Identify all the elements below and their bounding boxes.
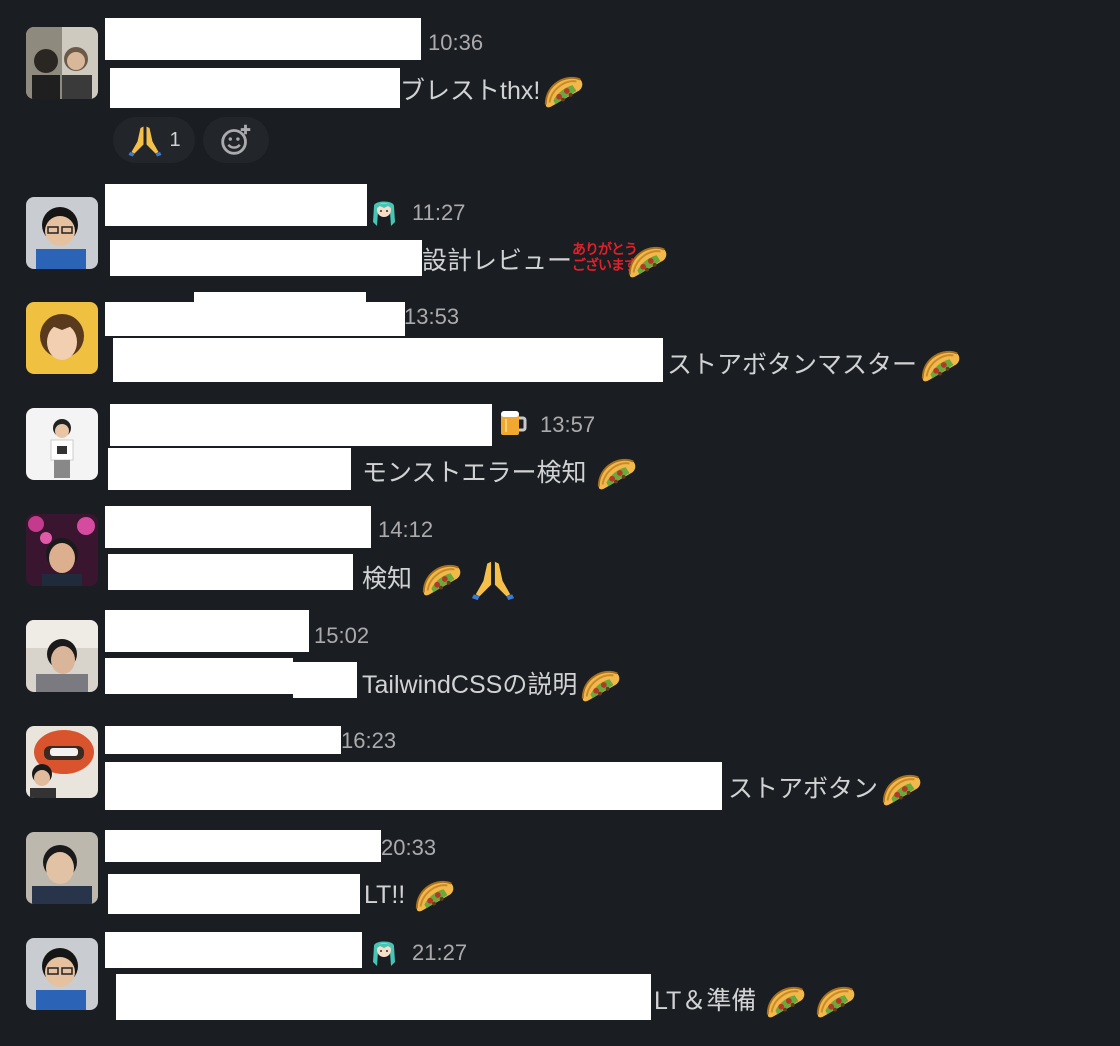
taco-icon (762, 978, 808, 1024)
redacted-text (108, 874, 360, 914)
taco-icon (593, 450, 639, 496)
redacted-username[interactable] (105, 726, 341, 754)
message-text: LT!! (364, 872, 457, 918)
avatar[interactable] (26, 938, 98, 1010)
message-body: TailwindCSSの説明 (362, 671, 578, 699)
avatar[interactable] (26, 27, 98, 99)
timestamp[interactable]: 20:33 (381, 835, 436, 861)
timestamp[interactable]: 13:53 (404, 304, 459, 330)
redacted-username[interactable] (105, 506, 371, 548)
folded-hands-icon (127, 122, 163, 158)
timestamp[interactable]: 11:27 (412, 200, 465, 226)
avatar[interactable] (26, 408, 98, 480)
redacted-username[interactable] (110, 404, 492, 446)
message-text: 設計レビュー ありがとう ございます (422, 238, 670, 284)
taco-icon (917, 342, 963, 388)
message-body: LT＆準備 (654, 987, 757, 1015)
redacted-text (110, 240, 422, 276)
taco-icon (624, 238, 670, 284)
folded-hands-icon (470, 556, 516, 602)
redacted-text (113, 338, 663, 382)
redacted-text (105, 658, 293, 694)
add-reaction-icon (217, 121, 255, 159)
message-body: 検知 (362, 565, 413, 593)
message-text: ブレストthx! (400, 68, 586, 114)
reaction-pill[interactable]: 1 (113, 117, 195, 163)
redacted-text (110, 68, 400, 108)
message-text: ストアボタンマスター (667, 342, 963, 388)
redacted-text (105, 762, 722, 810)
redacted-username[interactable] (105, 830, 381, 862)
message-body: ストアボタンマスター (667, 351, 918, 379)
arigatou-gozaimasu-stamp: ありがとう ございます (572, 241, 638, 281)
redacted-username[interactable] (105, 610, 309, 652)
message-text: モンストエラー検知 (362, 450, 639, 496)
avatar[interactable] (26, 726, 98, 798)
message-body: モンストエラー検知 (362, 459, 587, 487)
redacted-username[interactable] (105, 932, 362, 968)
timestamp[interactable]: 16:23 (341, 728, 396, 754)
message-text: TailwindCSSの説明 (362, 662, 623, 708)
taco-icon (812, 978, 858, 1024)
stamp-text: ありがとう (572, 241, 638, 257)
add-reaction-button[interactable] (203, 117, 269, 163)
taco-icon (577, 662, 623, 708)
avatar[interactable] (26, 302, 98, 374)
avatar[interactable] (26, 620, 98, 692)
avatar[interactable] (26, 832, 98, 904)
redacted-username[interactable] (105, 18, 421, 60)
timestamp[interactable]: 13:57 (540, 412, 595, 438)
miku-icon (368, 936, 400, 968)
miku-icon (368, 196, 400, 228)
redacted-username[interactable] (105, 184, 367, 226)
redacted-username (194, 292, 366, 302)
message-text: ストアボタン (728, 766, 924, 812)
message-body: ストアボタン (728, 775, 879, 803)
taco-icon (411, 872, 457, 918)
message-body: ブレストthx! (400, 77, 541, 105)
avatar[interactable] (26, 197, 98, 269)
message-body: LT!! (364, 881, 406, 909)
taco-icon (878, 766, 924, 812)
reaction-count: 1 (169, 128, 181, 151)
redacted-text (108, 554, 353, 590)
avatar[interactable] (26, 514, 98, 586)
redacted-username[interactable] (105, 302, 405, 336)
taco-icon (418, 556, 464, 602)
timestamp[interactable]: 15:02 (314, 623, 369, 649)
redacted-text (293, 662, 357, 698)
timestamp[interactable]: 10:36 (428, 30, 483, 56)
beer-icon (496, 407, 528, 439)
message-feed: 10:36 ブレストthx! 1 11:27 設計レビュー ありがとう ございま… (0, 0, 1120, 1046)
message-text: LT＆準備 (654, 978, 858, 1024)
timestamp[interactable]: 14:12 (378, 517, 433, 543)
message-body: 設計レビュー (422, 247, 573, 275)
taco-icon (540, 68, 586, 114)
stamp-text: ございます (572, 257, 638, 273)
timestamp[interactable]: 21:27 (412, 940, 467, 966)
message-text: 検知 (362, 556, 516, 602)
redacted-text (108, 448, 351, 490)
redacted-text (116, 974, 651, 1020)
